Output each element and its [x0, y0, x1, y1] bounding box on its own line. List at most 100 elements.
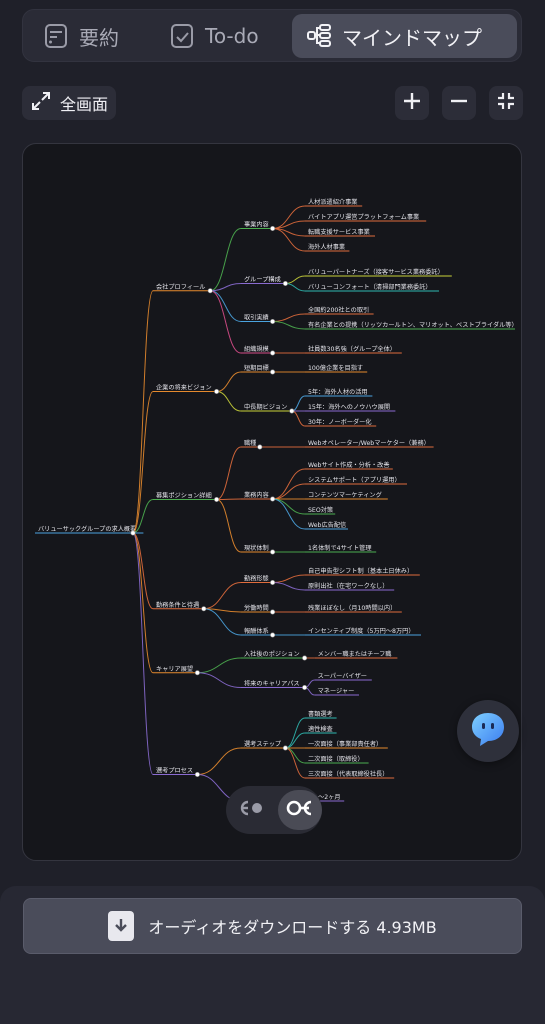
mindmap-leaf[interactable]: 15年：海外へのノウハウ展開: [305, 403, 396, 412]
mindmap-leaf-text: 5年：海外人材の活用: [308, 388, 368, 396]
mindmap-leaf[interactable]: Webサイト作成・分析・改善: [305, 461, 393, 470]
mindmap-leaf[interactable]: 自己申告型シフト制（基本土日休み）: [305, 567, 420, 576]
mindmap-connector: [272, 498, 306, 530]
mindmap-root[interactable]: バリューサックグループの求人概要: [35, 525, 144, 534]
zoom-out-button[interactable]: [442, 86, 476, 120]
download-audio-button[interactable]: オーディオをダウンロードする 4.93MB: [23, 898, 522, 954]
node-toggle-dot[interactable]: [194, 670, 200, 676]
tab-todo[interactable]: To-do: [155, 14, 273, 58]
mindmap-connector: [272, 498, 306, 515]
mindmap-subbranch[interactable]: グループ構成: [241, 276, 286, 284]
mindmap-leaf[interactable]: バイトアプリ運営プラットフォーム事業: [305, 213, 427, 222]
mindmap-leaf[interactable]: SEO対策: [305, 506, 336, 515]
mindmap-leaf[interactable]: バリューパートナーズ（接客サービス業務委託）: [305, 268, 452, 277]
node-toggle-dot[interactable]: [270, 319, 276, 325]
mindmap-icon: [306, 23, 332, 49]
mindmap-connector: [197, 747, 242, 775]
mindmap-leaf[interactable]: 海外人材事業: [305, 243, 350, 252]
mindmap-subbranch[interactable]: 業務内容: [241, 491, 273, 500]
mindmap-subbranch[interactable]: 事業内容: [241, 221, 273, 229]
mindmap-subbranch[interactable]: 現状体制: [241, 544, 273, 553]
mindmap-subbranch[interactable]: 組織規模: [241, 345, 273, 354]
mindmap-branch-text: 企業の将来ビジョン: [156, 384, 212, 392]
mindmap-leaf[interactable]: コンテンツマーケティング: [305, 491, 388, 500]
mindmap-leaf[interactable]: 原則出社（在宅ワークなし）: [305, 582, 395, 591]
mindmap-leaf[interactable]: 社員数30名強（グループ全体）: [305, 345, 402, 354]
mindmap-root-text: バリューサックグループの求人概要: [38, 525, 136, 533]
mindmap-leaf[interactable]: 三次面接（代表取締役社長）: [305, 770, 395, 779]
mindmap-leaf-text: 二次面接（取締役）: [308, 755, 364, 763]
node-toggle-dot[interactable]: [257, 444, 263, 450]
mindmap-leaf-text: 15年：海外へのノウハウ展開: [308, 403, 390, 411]
mindmap-branch[interactable]: 募集ポジション詳細: [153, 492, 217, 500]
mindmap-canvas[interactable]: バリューサックグループの求人概要 会社プロフィール 事業内容 人材派遣紹介事業バイトア…: [22, 143, 522, 861]
node-toggle-dot[interactable]: [282, 745, 288, 751]
node-toggle-dot[interactable]: [270, 632, 276, 638]
tab-todo-label: To-do: [205, 24, 259, 48]
mindmap-leaf[interactable]: メンバー職またはチーフ職: [314, 650, 398, 659]
mindmap-leaf[interactable]: バリューコンフォート（清掃部門業務委託）: [305, 283, 439, 292]
mindmap-subbranch[interactable]: 勤務形態: [241, 575, 273, 583]
mindmap-leaf[interactable]: マネージャー: [314, 688, 359, 696]
node-toggle-dot[interactable]: [214, 389, 220, 395]
mindmap-branch[interactable]: 会社プロフィール: [153, 283, 211, 292]
mindmap-branch[interactable]: キャリア展望: [153, 665, 198, 674]
fit-screen-button[interactable]: [489, 86, 523, 120]
mindmap-subbranch[interactable]: 将来のキャリアパス: [241, 680, 305, 688]
mindmap-leaf[interactable]: 100億企業を目指す: [305, 364, 368, 373]
mindmap-branch[interactable]: 企業の将来ビジョン: [153, 384, 217, 392]
mindmap-connector: [272, 483, 306, 500]
node-toggle-dot[interactable]: [270, 609, 276, 615]
zoom-in-button[interactable]: [395, 86, 429, 120]
mindmap-leaf[interactable]: 転職支援サービス事業: [305, 228, 375, 237]
layout-option-right[interactable]: [278, 790, 322, 830]
mindmap-leaf[interactable]: 有名企業との提携（リッツカールトン、マリオット、ベストブライダル等）: [305, 321, 518, 330]
node-toggle-dot[interactable]: [302, 684, 308, 690]
mindmap-subbranch[interactable]: 入社後のポジション: [241, 650, 305, 659]
tab-mindmap[interactable]: マインドマップ: [292, 14, 517, 58]
node-toggle-dot[interactable]: [130, 530, 136, 536]
mindmap-leaf[interactable]: スーパーバイザー: [314, 673, 372, 681]
mindmap-leaf[interactable]: 30年：ノーボーダー化: [305, 418, 377, 427]
mindmap-subbranch[interactable]: 短期目標: [241, 364, 273, 373]
node-toggle-dot[interactable]: [270, 350, 276, 356]
mindmap-subbranch[interactable]: 職種: [241, 439, 260, 448]
layout-option-left[interactable]: [230, 790, 274, 830]
mindmap-leaf[interactable]: 適性検査: [305, 725, 337, 734]
mindmap-leaf[interactable]: 書類選考: [305, 710, 337, 719]
mindmap-leaf[interactable]: 一次面接（事業部責任者）: [305, 740, 388, 749]
node-toggle-dot[interactable]: [282, 281, 288, 287]
mindmap-connector: [210, 290, 242, 322]
node-toggle-dot[interactable]: [194, 771, 200, 777]
node-toggle-dot[interactable]: [207, 288, 213, 294]
mindmap-leaf[interactable]: 残業ほぼなし（月10時間以内）: [305, 604, 402, 613]
node-toggle-dot[interactable]: [201, 606, 207, 612]
fullscreen-button[interactable]: 全画面: [22, 86, 117, 120]
mindmap-leaf[interactable]: システムサポート（アプリ運用）: [305, 476, 407, 485]
mindmap-leaf[interactable]: 二次面接（取締役）: [305, 755, 369, 764]
mindmap-leaf[interactable]: 人材派遣紹介事業: [305, 198, 363, 207]
mindmap-subbranch[interactable]: 中長期ビジョン: [241, 403, 292, 412]
mindmap-branch[interactable]: 選考プロセス: [153, 767, 198, 775]
mindmap-leaf[interactable]: Webオペレーター/Webマーケター（兼務）: [305, 439, 434, 448]
node-toggle-dot[interactable]: [302, 655, 308, 661]
mindmap-leaf[interactable]: 1名体制で4サイト管理: [305, 544, 377, 553]
tab-summary[interactable]: 要約: [29, 14, 133, 58]
mindmap-subbranch[interactable]: 労働時間: [241, 604, 273, 613]
chat-assistant-button[interactable]: [457, 700, 519, 762]
mindmap-leaf[interactable]: インセンティブ制度（5万円〜8万円）: [305, 627, 421, 636]
node-toggle-dot[interactable]: [270, 496, 276, 502]
mindmap-branch[interactable]: 勤務条件と待遇: [153, 601, 204, 610]
mindmap-leaf[interactable]: 5年：海外人材の活用: [305, 388, 373, 397]
mindmap-leaf[interactable]: 全国約200社との取引: [305, 306, 374, 315]
node-toggle-dot[interactable]: [270, 226, 276, 232]
node-toggle-dot[interactable]: [270, 579, 276, 585]
node-toggle-dot[interactable]: [270, 369, 276, 375]
node-toggle-dot[interactable]: [270, 549, 276, 555]
mindmap-subbranch[interactable]: 選考ステップ: [241, 740, 286, 749]
mindmap-subbranch[interactable]: 取引実績: [241, 314, 273, 322]
node-toggle-dot[interactable]: [214, 496, 220, 502]
mindmap-subbranch[interactable]: 報酬体系: [241, 627, 273, 636]
mindmap-leaf[interactable]: Web広告配信: [305, 521, 348, 530]
node-toggle-dot[interactable]: [289, 408, 295, 414]
